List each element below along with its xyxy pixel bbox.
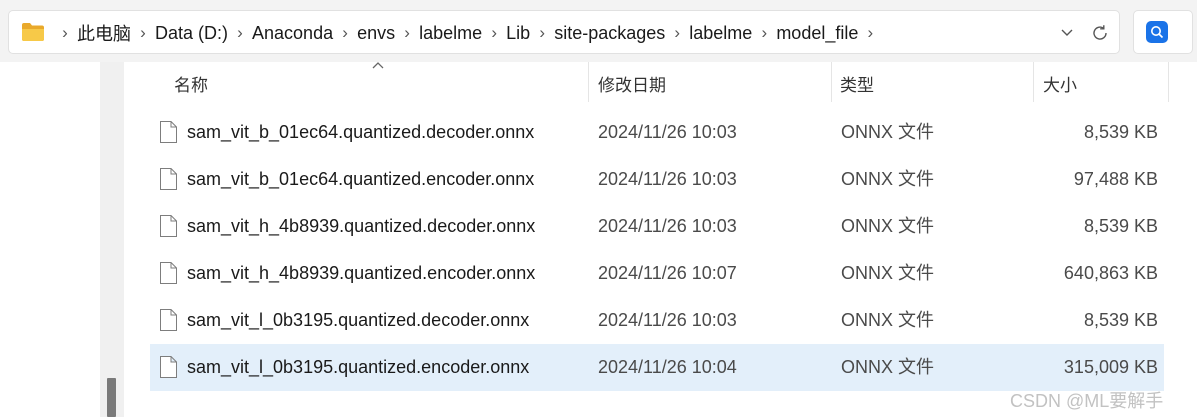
- chevron-right-icon[interactable]: ›: [752, 23, 776, 43]
- file-name: sam_vit_h_4b8939.quantized.decoder.onnx: [187, 216, 536, 236]
- file-size: 8,539 KB: [1083, 310, 1158, 330]
- column-divider[interactable]: [831, 62, 832, 102]
- breadcrumb-item-labelme-env[interactable]: labelme: [419, 23, 482, 44]
- navigation-pane: [0, 62, 100, 417]
- title-area: › 此电脑 › Data (D:) › Anaconda › envs › la…: [0, 0, 1197, 62]
- chevron-right-icon[interactable]: ›: [228, 23, 252, 43]
- breadcrumb-item-anaconda[interactable]: Anaconda: [252, 23, 333, 44]
- column-header-size[interactable]: 大小: [1043, 71, 1077, 96]
- file-row[interactable]: sam_vit_h_4b8939.quantized.encoder.onnx …: [150, 250, 1164, 297]
- file-row[interactable]: sam_vit_b_01ec64.quantized.encoder.onnx …: [150, 156, 1164, 203]
- search-icon[interactable]: [1146, 21, 1168, 43]
- chevron-right-icon[interactable]: ›: [333, 23, 357, 43]
- file-type: ONNX 文件: [841, 357, 935, 377]
- sort-ascending-icon: [372, 62, 384, 69]
- file-name: sam_vit_l_0b3195.quantized.decoder.onnx: [187, 310, 530, 330]
- file-type: ONNX 文件: [841, 263, 935, 283]
- file-row-selected[interactable]: sam_vit_l_0b3195.quantized.encoder.onnx …: [150, 344, 1164, 391]
- folder-icon: [22, 23, 44, 41]
- file-icon: [160, 215, 177, 237]
- chevron-right-icon[interactable]: ›: [858, 23, 882, 43]
- column-header-name[interactable]: 名称: [174, 71, 208, 96]
- column-divider[interactable]: [588, 62, 589, 102]
- breadcrumb-item-labelme[interactable]: labelme: [689, 23, 752, 44]
- chevron-right-icon[interactable]: ›: [665, 23, 689, 43]
- breadcrumb: › 此电脑 › Data (D:) › Anaconda › envs › la…: [53, 11, 882, 55]
- file-date-modified: 2024/11/26 10:07: [598, 263, 737, 283]
- chevron-right-icon[interactable]: ›: [482, 23, 506, 43]
- file-name: sam_vit_b_01ec64.quantized.decoder.onnx: [187, 122, 535, 142]
- file-size: 640,863 KB: [1063, 263, 1158, 283]
- file-name: sam_vit_l_0b3195.quantized.encoder.onnx: [187, 357, 530, 377]
- column-divider[interactable]: [1168, 62, 1169, 102]
- file-icon: [160, 121, 177, 143]
- file-icon: [160, 262, 177, 284]
- refresh-button[interactable]: [1086, 19, 1114, 47]
- breadcrumb-item-model-file[interactable]: model_file: [776, 23, 858, 44]
- file-size: 8,539 KB: [1083, 216, 1158, 236]
- file-type: ONNX 文件: [841, 169, 935, 189]
- file-date-modified: 2024/11/26 10:04: [598, 357, 737, 377]
- file-icon: [160, 356, 177, 378]
- column-header-date-modified[interactable]: 修改日期: [598, 71, 666, 96]
- file-icon: [160, 309, 177, 331]
- file-name: sam_vit_h_4b8939.quantized.encoder.onnx: [187, 263, 536, 283]
- column-header-type[interactable]: 类型: [840, 71, 874, 96]
- column-divider[interactable]: [1033, 62, 1034, 102]
- file-icon: [160, 168, 177, 190]
- search-box[interactable]: [1133, 10, 1193, 54]
- breadcrumb-item-envs[interactable]: envs: [357, 23, 395, 44]
- scrollbar-thumb[interactable]: [107, 378, 116, 417]
- breadcrumb-item-this-pc[interactable]: 此电脑: [77, 20, 131, 46]
- file-size: 97,488 KB: [1073, 169, 1158, 189]
- file-date-modified: 2024/11/26 10:03: [598, 216, 737, 236]
- file-size: 8,539 KB: [1083, 122, 1158, 142]
- chevron-right-icon[interactable]: ›: [53, 23, 77, 43]
- file-type: ONNX 文件: [841, 310, 935, 330]
- breadcrumb-item-lib[interactable]: Lib: [506, 23, 530, 44]
- chevron-right-icon[interactable]: ›: [395, 23, 419, 43]
- file-row[interactable]: sam_vit_b_01ec64.quantized.decoder.onnx …: [150, 109, 1164, 156]
- file-type: ONNX 文件: [841, 122, 935, 142]
- file-row[interactable]: sam_vit_h_4b8939.quantized.decoder.onnx …: [150, 203, 1164, 250]
- address-bar[interactable]: › 此电脑 › Data (D:) › Anaconda › envs › la…: [8, 10, 1120, 54]
- navigation-pane-scrollbar[interactable]: [100, 62, 124, 417]
- file-type: ONNX 文件: [841, 216, 935, 236]
- refresh-icon: [1093, 25, 1107, 40]
- file-name: sam_vit_b_01ec64.quantized.encoder.onnx: [187, 169, 535, 189]
- chevron-right-icon[interactable]: ›: [131, 23, 155, 43]
- file-date-modified: 2024/11/26 10:03: [598, 122, 737, 142]
- address-history-dropdown[interactable]: [1054, 19, 1080, 47]
- file-date-modified: 2024/11/26 10:03: [598, 310, 737, 330]
- file-row[interactable]: sam_vit_l_0b3195.quantized.decoder.onnx …: [150, 297, 1164, 344]
- chevron-right-icon[interactable]: ›: [530, 23, 554, 43]
- chevron-down-icon: [1061, 29, 1073, 36]
- breadcrumb-item-site-packages[interactable]: site-packages: [554, 23, 665, 44]
- watermark: CSDN @ML要解手: [1010, 391, 1164, 411]
- column-header-row: 名称 修改日期 类型 大小: [150, 62, 1170, 104]
- file-date-modified: 2024/11/26 10:03: [598, 169, 737, 189]
- file-list: sam_vit_b_01ec64.quantized.decoder.onnx …: [150, 109, 1164, 391]
- breadcrumb-item-data-drive[interactable]: Data (D:): [155, 23, 228, 44]
- file-size: 315,009 KB: [1063, 357, 1158, 377]
